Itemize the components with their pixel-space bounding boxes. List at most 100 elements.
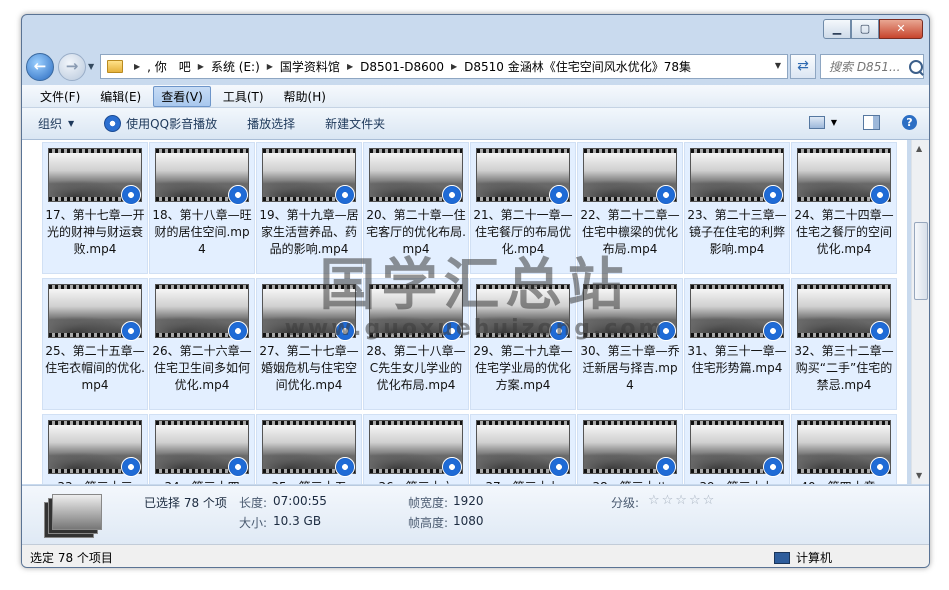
address-dropdown-icon[interactable]: ▼ <box>775 61 781 70</box>
file-item[interactable]: 35、第三十五 <box>256 414 362 484</box>
file-name: 19、第十九章—居家生活营养品、药品的影响.mp4 <box>259 208 359 256</box>
size-label: 大小: <box>239 516 268 530</box>
breadcrumb-item[interactable]: D8510 金涵林《住宅空间风水优化》78集 <box>464 58 691 75</box>
breadcrumb-item[interactable]: 国学资料馆 <box>280 58 340 75</box>
file-item[interactable]: 17、第十七章—开光的财神与财运衰败.mp4 <box>42 142 148 274</box>
qq-player-badge-icon <box>228 185 248 205</box>
status-bar: 选定 78 个项目 计算机 <box>22 544 929 567</box>
back-button[interactable]: ← <box>26 53 54 81</box>
address-bar[interactable]: ▶ , 你 吧 ▶ 系统 (E:) ▶ 国学资料馆 ▶ D8501-D8600 ▶ D8510 金… <box>100 54 788 79</box>
duration-value: 07:00:55 <box>273 494 327 508</box>
close-button[interactable]: ✕ <box>879 19 923 39</box>
organize-button[interactable]: 组织 ▼ <box>38 115 74 132</box>
qq-player-badge-icon <box>656 321 676 341</box>
breadcrumb-chevron-icon[interactable]: ▶ <box>198 62 204 71</box>
frame-width-label: 帧宽度: <box>408 496 449 510</box>
file-item[interactable]: 40、第四十章— <box>791 414 897 484</box>
file-item[interactable]: 22、第二十二章—住宅中檩梁的优化布局.mp4 <box>577 142 683 274</box>
play-selection-button[interactable]: 播放选择 <box>247 115 295 132</box>
view-controls: ▼ ? <box>808 115 917 130</box>
menu-tools[interactable]: 工具(T) <box>215 86 272 107</box>
caption-buttons: ▁ ▢ ✕ <box>823 19 923 39</box>
menu-edit[interactable]: 编辑(E) <box>92 86 149 107</box>
file-item[interactable]: 23、第二十三章—镜子在住宅的利弊影响.mp4 <box>684 142 790 274</box>
file-item[interactable]: 20、第二十章—住宅客厅的优化布局.mp4 <box>363 142 469 274</box>
new-folder-label: 新建文件夹 <box>325 117 386 131</box>
play-selection-label: 播放选择 <box>247 117 296 131</box>
frame-height-value: 1080 <box>453 514 484 528</box>
file-name: 28、第二十八章—C先生女儿学业的优化布局.mp4 <box>366 344 466 392</box>
file-item[interactable]: 36、第三十六 <box>363 414 469 484</box>
status-location: 计算机 <box>774 549 832 566</box>
breadcrumb-item[interactable]: 系统 (E:) <box>211 58 260 75</box>
refresh-button[interactable]: ⇄ <box>790 54 816 79</box>
file-name: 29、第二十九章—住宅学业局的优化方案.mp4 <box>473 344 573 392</box>
status-computer-label: 计算机 <box>796 551 833 565</box>
file-item[interactable]: 19、第十九章—居家生活营养品、药品的影响.mp4 <box>256 142 362 274</box>
scroll-thumb[interactable] <box>914 222 928 300</box>
details-pane: 已选择 78 个项 长度: 07:00:55 大小: 10.3 GB 帧宽度: … <box>22 485 929 544</box>
file-item[interactable]: 21、第二十一章—住宅餐厅的布局优化.mp4 <box>470 142 576 274</box>
file-name: 20、第二十章—住宅客厅的优化布局.mp4 <box>366 208 466 256</box>
preview-pane-icon[interactable] <box>863 115 880 130</box>
file-item[interactable]: 39、第三十九 <box>684 414 790 484</box>
status-selection-text: 选定 78 个项目 <box>30 551 113 565</box>
qq-play-button[interactable]: 使用QQ影音播放 <box>104 115 217 132</box>
forward-button[interactable]: → <box>58 53 86 81</box>
qq-player-badge-icon <box>549 185 569 205</box>
file-list-pane: 17、第十七章—开光的财神与财运衰败.mp4 18、第十八章—旺财的居住空间.mp… <box>22 140 907 484</box>
change-view-icon[interactable] <box>808 116 825 129</box>
qq-player-badge-icon <box>656 185 676 205</box>
file-item[interactable]: 25、第二十五章—住宅衣帽间的优化.mp4 <box>42 278 148 410</box>
file-name: 23、第二十三章—镜子在住宅的利弊影响.mp4 <box>687 208 787 256</box>
new-folder-button[interactable]: 新建文件夹 <box>325 115 385 132</box>
qq-player-badge-icon <box>335 185 355 205</box>
vertical-scrollbar[interactable]: ▲ ▼ <box>911 140 929 484</box>
file-item[interactable]: 18、第十八章—旺财的居住空间.mp4 <box>149 142 255 274</box>
file-item[interactable]: 27、第二十七章—婚姻危机与住宅空间优化.mp4 <box>256 278 362 410</box>
breadcrumb: ▶ , 你 吧 ▶ 系统 (E:) ▶ 国学资料馆 ▶ D8501-D8600 ▶ D8510 金… <box>127 58 691 75</box>
breadcrumb-chevron-icon[interactable]: ▶ <box>267 62 273 71</box>
qq-play-label: 使用QQ影音播放 <box>126 117 218 131</box>
computer-icon <box>774 551 790 564</box>
maximize-button[interactable]: ▢ <box>851 19 879 39</box>
breadcrumb-chevron-icon[interactable]: ▶ <box>451 62 457 71</box>
file-name: 37、第三十七 <box>473 479 573 484</box>
file-item[interactable]: 26、第二十六章—住宅卫生间多如何优化.mp4 <box>149 278 255 410</box>
file-item[interactable]: 38、第三十八 <box>577 414 683 484</box>
menu-file[interactable]: 文件(F) <box>32 86 88 107</box>
file-name: 38、第三十八 <box>580 479 680 484</box>
menu-view[interactable]: 查看(V) <box>153 85 211 107</box>
scroll-down-icon[interactable]: ▼ <box>916 471 922 480</box>
rating-label: 分级: <box>611 496 640 510</box>
help-icon[interactable]: ? <box>902 115 917 130</box>
scroll-up-icon[interactable]: ▲ <box>916 144 922 153</box>
file-item[interactable]: 34、第三十四 <box>149 414 255 484</box>
rating-stars[interactable]: ☆☆☆☆☆ <box>648 493 716 508</box>
file-name: 31、第三十一章—住宅形势篇.mp4 <box>687 344 787 375</box>
minimize-button[interactable]: ▁ <box>823 19 851 39</box>
file-item[interactable]: 32、第三十二章—购买“二手”住宅的禁忌.mp4 <box>791 278 897 410</box>
file-item[interactable]: 24、第二十四章—住宅之餐厅的空间优化.mp4 <box>791 142 897 274</box>
qq-player-badge-icon <box>870 185 890 205</box>
breadcrumb-item[interactable]: , 你 吧 <box>147 58 191 75</box>
file-item[interactable]: 28、第二十八章—C先生女儿学业的优化布局.mp4 <box>363 278 469 410</box>
file-item[interactable]: 30、第三十章—乔迁新居与择吉.mp4 <box>577 278 683 410</box>
breadcrumb-chevron-icon[interactable]: ▶ <box>134 62 140 71</box>
breadcrumb-chevron-icon[interactable]: ▶ <box>347 62 353 71</box>
breadcrumb-item[interactable]: D8501-D8600 <box>360 60 444 74</box>
size-value: 10.3 GB <box>273 514 322 528</box>
view-dropdown-icon[interactable]: ▼ <box>831 118 837 127</box>
search-input[interactable] <box>827 58 907 75</box>
search-icon[interactable] <box>909 59 923 74</box>
file-item[interactable]: 33、第三十三 <box>42 414 148 484</box>
file-item[interactable]: 37、第三十七 <box>470 414 576 484</box>
recent-pages-dropdown-icon[interactable]: ▼ <box>88 62 94 71</box>
qq-player-badge-icon <box>870 457 890 477</box>
qq-player-badge-icon <box>335 321 355 341</box>
file-item[interactable]: 31、第三十一章—住宅形势篇.mp4 <box>684 278 790 410</box>
qq-player-badge-icon <box>763 457 783 477</box>
qq-player-badge-icon <box>549 321 569 341</box>
menu-help[interactable]: 帮助(H) <box>276 86 334 107</box>
file-item[interactable]: 29、第二十九章—住宅学业局的优化方案.mp4 <box>470 278 576 410</box>
